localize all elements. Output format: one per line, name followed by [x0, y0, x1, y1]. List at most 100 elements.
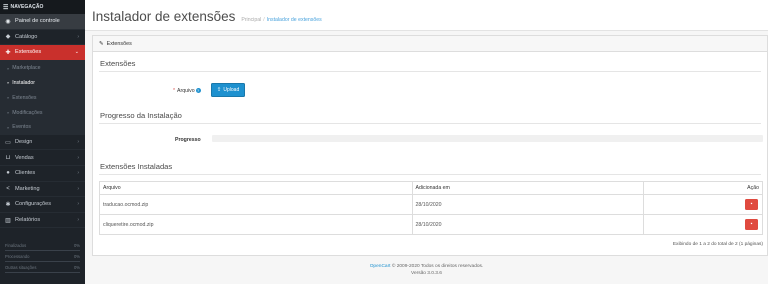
order-stats: Finalizados 0% Processando 0% Outras sit…: [0, 240, 85, 279]
chevron-down-icon: ⌄: [74, 49, 79, 56]
chevron-right-icon: ›: [77, 217, 79, 224]
submenu-item-label: Modificações: [12, 109, 43, 116]
progress-label: Progresso: [175, 137, 201, 143]
upload-button-label: Upload: [223, 87, 240, 93]
submenu-item-label: Instalador: [12, 79, 36, 86]
submenu-item-label: Marketplace: [12, 65, 41, 72]
sidebar-item-customers[interactable]: ● Clientes ›: [0, 166, 85, 182]
submenu-item-marketplace[interactable]: » Marketplace: [0, 61, 85, 76]
chevron-right-icon: ›: [77, 33, 79, 40]
panel-heading: ✎ Extensões: [93, 36, 767, 52]
divider: [99, 71, 761, 72]
cell-date: 28/10/2020: [411, 194, 645, 215]
upload-icon: ⇪: [216, 87, 222, 93]
stat-other: Outras situações 0%: [5, 265, 80, 273]
chevron-right-icon: ›: [77, 201, 79, 208]
navigation-header-label: NAVEGAÇÃO: [10, 4, 44, 10]
submenu-item-installer[interactable]: » Instalador: [0, 76, 85, 91]
dashboard-icon: ◉: [5, 18, 11, 25]
submenu-item-events[interactable]: » Eventos: [0, 120, 85, 135]
stat-value: 0%: [73, 254, 80, 259]
column-header-action: Ação: [643, 181, 763, 195]
sidebar-item-label: Vendas: [15, 154, 34, 161]
chevron-right-icon: ›: [77, 185, 79, 192]
cell-file: traducao.ocmod.zip: [99, 194, 413, 215]
sidebar-item-label: Design: [15, 139, 33, 146]
chevron-right-icon: »: [7, 65, 10, 71]
bar-chart-icon: ▥: [5, 217, 11, 224]
sidebar-item-marketing[interactable]: < Marketing ›: [0, 182, 85, 198]
page-header: Instalador de extensões Principal / Inst…: [85, 0, 768, 31]
submenu-item-label: Extensões: [12, 94, 37, 101]
chevron-right-icon: »: [7, 124, 10, 130]
footer: OpenCart © 2009-2020 Todos os direitos r…: [85, 263, 768, 277]
divider: [99, 123, 761, 124]
required-asterisk: *: [173, 88, 176, 94]
table-header-row: Arquivo Adicionada em Ação: [99, 181, 763, 195]
navigation-header: ☰ NAVEGAÇÃO: [0, 0, 85, 14]
sidebar-item-design[interactable]: ▭ Design ›: [0, 135, 85, 151]
page-title: Instalador de extensões: [92, 9, 236, 24]
stat-label: Processando: [5, 254, 30, 259]
installed-extensions-table: Arquivo Adicionada em Ação traducao.ocmo…: [99, 181, 763, 235]
sidebar-item-label: Painel de controle: [15, 18, 60, 25]
breadcrumb-separator: /: [263, 17, 265, 23]
sidebar: ☰ NAVEGAÇÃO ◉ Painel de controle ◆ Catál…: [0, 0, 85, 284]
cart-icon: ⊔: [5, 155, 11, 162]
submenu-item-extensions[interactable]: » Extensões: [0, 90, 85, 105]
sidebar-item-label: Clientes: [15, 170, 36, 177]
sidebar-item-label: Catálogo: [15, 33, 38, 40]
delete-button[interactable]: ▪: [745, 199, 758, 210]
cell-file: cliqueretire.ocmod.zip: [99, 214, 413, 235]
monitor-icon: ▭: [5, 139, 11, 146]
tag-icon: ◆: [5, 34, 11, 41]
share-icon: <: [6, 185, 10, 192]
delete-button[interactable]: ▪: [745, 219, 758, 230]
progress-section-title: Progresso da Instalação: [100, 111, 182, 120]
menu-icon[interactable]: ☰: [3, 4, 8, 11]
upload-section-title: Extensões: [100, 59, 136, 68]
chevron-right-icon: ›: [77, 154, 79, 161]
user-icon: ●: [6, 170, 10, 177]
stat-completed: Finalizados 0%: [5, 243, 80, 251]
installation-progress-bar: [212, 135, 763, 142]
cell-action: ▪: [643, 194, 763, 215]
opencart-link[interactable]: OpenCart: [370, 264, 391, 269]
breadcrumb-home[interactable]: Principal: [241, 17, 261, 23]
sidebar-item-extensions[interactable]: ✚ Extensões ⌄: [0, 45, 85, 61]
column-header-date[interactable]: Adicionada em: [411, 181, 645, 195]
cell-date: 28/10/2020: [411, 214, 645, 235]
stat-progress-bar: [5, 260, 80, 262]
sidebar-item-label: Configurações: [15, 201, 52, 208]
sidebar-item-settings[interactable]: ✱ Configurações ›: [0, 197, 85, 213]
table-row: cliqueretire.ocmod.zip 28/10/2020 ▪: [99, 214, 763, 235]
column-header-file[interactable]: Arquivo: [99, 181, 413, 195]
stat-label: Finalizados: [5, 243, 27, 248]
chevron-right-icon: ›: [77, 170, 79, 177]
gear-icon: ✱: [5, 201, 11, 208]
footer-copyright: © 2009-2020 Todos os direitos reservados…: [391, 264, 484, 269]
sidebar-item-catalog[interactable]: ◆ Catálogo ›: [0, 30, 85, 46]
pagination-info: Exibindo de 1 a 2 do total de 2 (1 págin…: [672, 242, 763, 247]
panel-heading-label: Extensões: [106, 40, 132, 47]
extensions-panel: ✎ Extensões Extensões * Arquivo? ⇪ Upload…: [92, 35, 768, 256]
sidebar-item-sales[interactable]: ⊔ Vendas ›: [0, 150, 85, 166]
sidebar-item-reports[interactable]: ▥ Relatórios ›: [0, 213, 85, 229]
upload-button[interactable]: ⇪ Upload: [211, 83, 245, 97]
chevron-right-icon: »: [7, 95, 10, 101]
sidebar-item-dashboard[interactable]: ◉ Painel de controle: [0, 14, 85, 30]
file-label-text: Arquivo: [177, 88, 195, 94]
stat-processing: Processando 0%: [5, 254, 80, 262]
submenu-item-modifications[interactable]: » Modificações: [0, 105, 85, 120]
help-icon[interactable]: ?: [195, 88, 201, 94]
submenu-item-label: Eventos: [12, 124, 31, 131]
sidebar-item-label: Extensões: [15, 49, 42, 56]
chevron-right-icon: »: [7, 80, 10, 86]
installed-section-title: Extensões Instaladas: [100, 162, 173, 171]
pencil-icon: ✎: [99, 40, 104, 47]
chevron-right-icon: ›: [77, 139, 79, 146]
breadcrumb-current[interactable]: Instalador de extensões: [267, 17, 322, 23]
extensions-submenu: » Marketplace » Instalador » Extensões »…: [0, 60, 85, 135]
table-row: traducao.ocmod.zip 28/10/2020 ▪: [99, 194, 763, 215]
puzzle-icon: ✚: [5, 49, 11, 56]
